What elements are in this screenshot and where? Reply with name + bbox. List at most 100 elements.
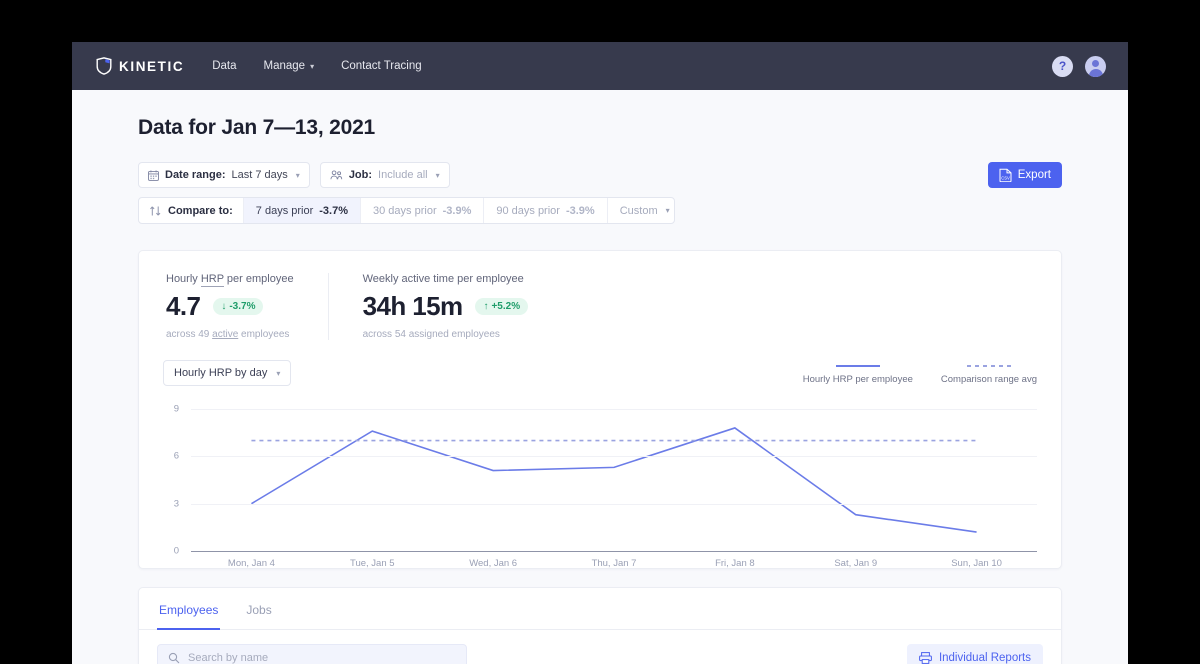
x-axis-line bbox=[191, 551, 1037, 552]
nav-links: Data Manage ▾ Contact Tracing bbox=[212, 60, 421, 72]
search-icon bbox=[168, 652, 180, 664]
stat-weekly-active-time-delta: +5.2% bbox=[491, 301, 521, 312]
metric-select-value: Hourly HRP by day bbox=[174, 367, 268, 379]
compare-option-7-days[interactable]: 7 days prior -3.7% bbox=[242, 198, 361, 223]
metric-select[interactable]: Hourly HRP by day ▾ bbox=[163, 360, 292, 386]
tab-employees[interactable]: Employees bbox=[157, 588, 221, 630]
date-range-value: Last 7 days bbox=[231, 169, 288, 181]
page-content: Data for Jan 7—13, 2021 Date range: Last… bbox=[72, 90, 1128, 664]
report-icon bbox=[919, 651, 932, 664]
stat-label-pre: Hourly bbox=[166, 273, 201, 285]
shield-icon bbox=[96, 57, 112, 75]
legend-label-series: Hourly HRP per employee bbox=[802, 374, 913, 385]
chart-legend: Hourly HRP per employee Comparison range… bbox=[803, 365, 1037, 386]
stat-weekly-active-time: Weekly active time per employee 34h 15m … bbox=[327, 273, 563, 340]
date-range-label: Date range: bbox=[165, 169, 226, 181]
stat-hourly-hrp-delta: -3.7% bbox=[229, 301, 256, 312]
x-axis-tick: Wed, Jan 6 bbox=[469, 558, 518, 569]
legend-label-comparison: Comparison range avg bbox=[940, 374, 1037, 385]
tab-jobs[interactable]: Jobs bbox=[244, 588, 273, 630]
gridline bbox=[191, 503, 1037, 505]
x-axis-labels: Mon, Jan 4 Tue, Jan 5 Wed, Jan 6 Thu, Jan 7… bbox=[191, 558, 1037, 569]
tab-panel-employees: Search by name Individual Reports bbox=[139, 630, 1061, 664]
export-button-label: Export bbox=[1017, 169, 1051, 181]
nav-link-contact-tracing[interactable]: Contact Tracing bbox=[341, 60, 422, 72]
stat-hourly-hrp-sub: across 49 active employees bbox=[166, 329, 294, 340]
stats-row: Hourly HRP per employee 4.7 ↓ -3.7% acro… bbox=[163, 273, 1037, 340]
page-title: Data for Jan 7—13, 2021 bbox=[138, 116, 376, 139]
active-term[interactable]: active bbox=[212, 329, 238, 340]
chevron-down-icon: ▾ bbox=[276, 368, 281, 378]
compare-option-30-days-label: 30 days prior bbox=[373, 204, 437, 217]
legend-swatch-solid bbox=[835, 365, 880, 367]
compare-option-90-days[interactable]: 90 days prior -3.9% bbox=[483, 198, 606, 223]
stat-weekly-active-time-sub: across 54 assigned employees bbox=[362, 329, 500, 340]
chevron-down-icon: ▾ bbox=[435, 170, 440, 180]
compare-option-7-days-delta: -3.7% bbox=[319, 204, 349, 217]
nav-link-contact-tracing-label: Contact Tracing bbox=[341, 60, 422, 72]
plot-canvas bbox=[191, 406, 1037, 554]
tab-bar: Employees Jobs bbox=[139, 588, 1061, 630]
x-axis-tick: Thu, Jan 7 bbox=[591, 558, 637, 569]
navbar-right: ? bbox=[1052, 55, 1106, 77]
y-axis-tick: 6 bbox=[173, 450, 179, 462]
help-icon-glyph: ? bbox=[1058, 59, 1067, 73]
compare-to-label-text: Compare to: bbox=[168, 204, 233, 217]
gridline bbox=[191, 409, 1037, 410]
hrp-term[interactable]: HRP bbox=[200, 273, 224, 287]
user-avatar-icon[interactable] bbox=[1085, 55, 1106, 77]
individual-reports-button-label: Individual Reports bbox=[938, 651, 1031, 664]
x-axis-tick: Sat, Jan 9 bbox=[834, 558, 878, 569]
compare-option-30-days[interactable]: 30 days prior -3.9% bbox=[360, 198, 483, 223]
brand-logo[interactable]: KINETIC bbox=[96, 57, 184, 75]
csv-file-icon: CSV bbox=[999, 168, 1012, 182]
chart-header: Hourly HRP by day ▾ Hourly HRP per emplo… bbox=[163, 360, 1037, 386]
avatar-body bbox=[1088, 68, 1103, 77]
chart-svg bbox=[191, 406, 1037, 554]
stat-weekly-active-time-label: Weekly active time per employee bbox=[362, 273, 524, 285]
compare-option-90-days-delta: -3.9% bbox=[565, 204, 595, 217]
tab-jobs-label: Jobs bbox=[246, 603, 272, 617]
job-value: Include all bbox=[378, 169, 428, 181]
stat-weekly-active-time-value: 34h 15m bbox=[362, 291, 463, 321]
chevron-down-icon: ▾ bbox=[295, 170, 300, 180]
help-icon[interactable]: ? bbox=[1052, 55, 1073, 77]
gridline bbox=[191, 456, 1037, 458]
stat-sub-post: employees bbox=[238, 329, 290, 340]
stat-hourly-hrp-badge: ↓ -3.7% bbox=[213, 298, 264, 315]
app-window: KINETIC Data Manage ▾ Contact Tracing ? bbox=[72, 42, 1128, 664]
individual-reports-button[interactable]: Individual Reports bbox=[906, 644, 1043, 664]
x-axis-tick: Sun, Jan 10 bbox=[951, 558, 1002, 569]
stat-label-post: per employee bbox=[223, 273, 294, 285]
date-range-filter[interactable]: Date range: Last 7 days ▾ bbox=[138, 162, 310, 188]
chevron-down-icon: ▾ bbox=[310, 61, 315, 71]
arrow-down-icon: ↓ bbox=[221, 301, 227, 312]
job-filter[interactable]: Job: Include all ▾ bbox=[319, 162, 450, 188]
brand-name: KINETIC bbox=[119, 58, 185, 74]
nav-link-manage-label: Manage bbox=[263, 60, 306, 72]
svg-text:CSV: CSV bbox=[1001, 176, 1010, 181]
compare-option-7-days-label: 7 days prior bbox=[255, 204, 314, 217]
tabs-card: Employees Jobs Search by name Individual… bbox=[138, 587, 1062, 664]
top-navbar: KINETIC Data Manage ▾ Contact Tracing ? bbox=[72, 42, 1128, 90]
compare-option-90-days-label: 90 days prior bbox=[496, 204, 560, 217]
x-axis-tick: Mon, Jan 4 bbox=[227, 558, 275, 569]
tab-employees-label: Employees bbox=[159, 603, 219, 617]
job-label: Job: bbox=[348, 169, 373, 181]
compare-option-custom[interactable]: Custom ▾ bbox=[606, 198, 674, 223]
nav-link-manage[interactable]: Manage ▾ bbox=[264, 60, 315, 72]
search-input-placeholder: Search by name bbox=[188, 651, 269, 664]
x-axis-tick: Fri, Jan 8 bbox=[715, 558, 755, 569]
chart-card: Hourly HRP per employee 4.7 ↓ -3.7% acro… bbox=[138, 250, 1062, 569]
nav-link-data[interactable]: Data bbox=[212, 60, 236, 72]
compare-to-label: Compare to: bbox=[139, 198, 243, 223]
calendar-icon bbox=[148, 169, 159, 181]
legend-swatch-dotted bbox=[966, 365, 1011, 367]
stat-hourly-hrp: Hourly HRP per employee 4.7 ↓ -3.7% acro… bbox=[166, 273, 328, 340]
export-button[interactable]: CSV Export bbox=[987, 162, 1062, 188]
search-input[interactable]: Search by name bbox=[157, 644, 467, 664]
compare-option-custom-label: Custom bbox=[619, 204, 658, 217]
arrow-up-icon: ↑ bbox=[483, 301, 489, 312]
stat-hourly-hrp-value: 4.7 bbox=[166, 291, 201, 321]
legend-item-series: Hourly HRP per employee bbox=[803, 365, 913, 385]
